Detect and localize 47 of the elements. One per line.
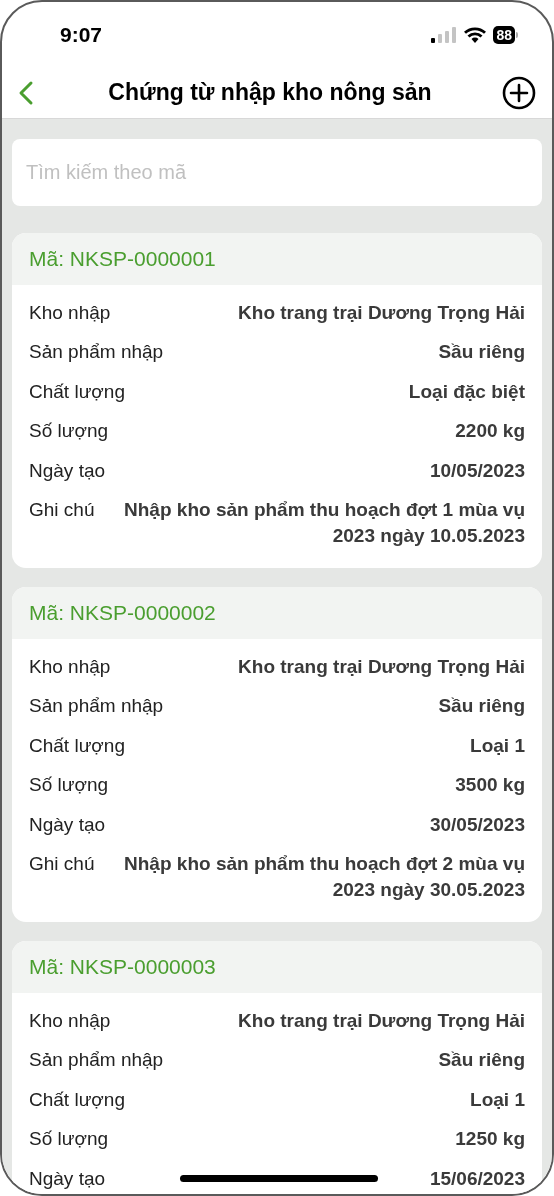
- record-code: Mã: NKSP-0000002: [29, 600, 216, 627]
- field-value: Kho trang trại Dương Trọng Hải: [238, 300, 525, 325]
- record-code: Mã: NKSP-0000001: [29, 246, 216, 273]
- field-label: Ghi chú: [29, 498, 95, 523]
- status-time: 9:07: [60, 21, 103, 48]
- field-label: Ngày tạo: [29, 1166, 106, 1191]
- field-label: Ghi chú: [29, 852, 95, 877]
- field-label: Số lượng: [29, 1127, 109, 1152]
- field-value: 15/06/2023: [429, 1166, 525, 1191]
- record-code: Mã: NKSP-0000003: [29, 954, 216, 981]
- field-label: Chất lượng: [29, 733, 125, 758]
- field-label: Chất lượng: [29, 1087, 125, 1112]
- field-value: Sầu riêng: [438, 1048, 525, 1073]
- record-card[interactable]: Mã: NKSP-0000003 Kho nhập Kho trang trại Dương Trọng Hải Sản phẩm nhập Sầu riêng Chất lượng Loại 1 Số lượng 1250 kg Ngày tạo 15/06/2023: [12, 941, 542, 1194]
- field-value: Loại 1: [470, 1087, 525, 1112]
- field-value: Sầu riêng: [438, 340, 525, 365]
- field-value: 1250 kg: [455, 1127, 525, 1152]
- screen-title: Chứng từ nhập kho nông sản: [108, 78, 432, 108]
- field-value: 3500 kg: [455, 773, 525, 798]
- field-value: Nhập kho sản phẩm thu hoạch đợt 2 mùa vụ 2023 ngày 30.05.2023: [123, 852, 525, 903]
- field-value: Sầu riêng: [438, 694, 525, 719]
- field-label: Kho nhập: [29, 300, 111, 325]
- field-label: Kho nhập: [29, 654, 111, 679]
- record-card[interactable]: [12, 233, 542, 568]
- field-value: Kho trang trại Dương Trọng Hải: [238, 1008, 525, 1033]
- search-field[interactable]: Tìm kiếm theo mã: [12, 139, 542, 206]
- field-label: Số lượng: [29, 773, 109, 798]
- field-label: Ngày tạo: [29, 812, 106, 837]
- record-card[interactable]: [12, 587, 542, 922]
- field-value: 30/05/2023: [429, 812, 525, 837]
- field-label: Sản phẩm nhập: [29, 694, 164, 719]
- field-label: Số lượng: [29, 419, 109, 444]
- field-value: Kho trang trại Dương Trọng Hải: [238, 654, 525, 679]
- add-button[interactable]: [502, 75, 536, 110]
- field-label: Kho nhập: [29, 1008, 111, 1033]
- field-label: Sản phẩm nhập: [29, 340, 164, 365]
- field-label: Chất lượng: [29, 379, 125, 404]
- signal-icon: [431, 26, 458, 43]
- field-value: 2200 kg: [455, 419, 525, 444]
- battery-level: 88: [493, 25, 515, 44]
- wifi-icon: [464, 26, 487, 43]
- field-label: Ngày tạo: [29, 458, 106, 483]
- field-value: Nhập kho sản phẩm thu hoạch đợt 1 mùa vụ 2023 ngày 10.05.2023: [123, 498, 525, 549]
- field-value: Loại 1: [470, 733, 525, 758]
- field-label: Sản phẩm nhập: [29, 1048, 164, 1073]
- field-value: 10/05/2023: [429, 458, 525, 483]
- field-value: Loại đặc biệt: [408, 379, 525, 404]
